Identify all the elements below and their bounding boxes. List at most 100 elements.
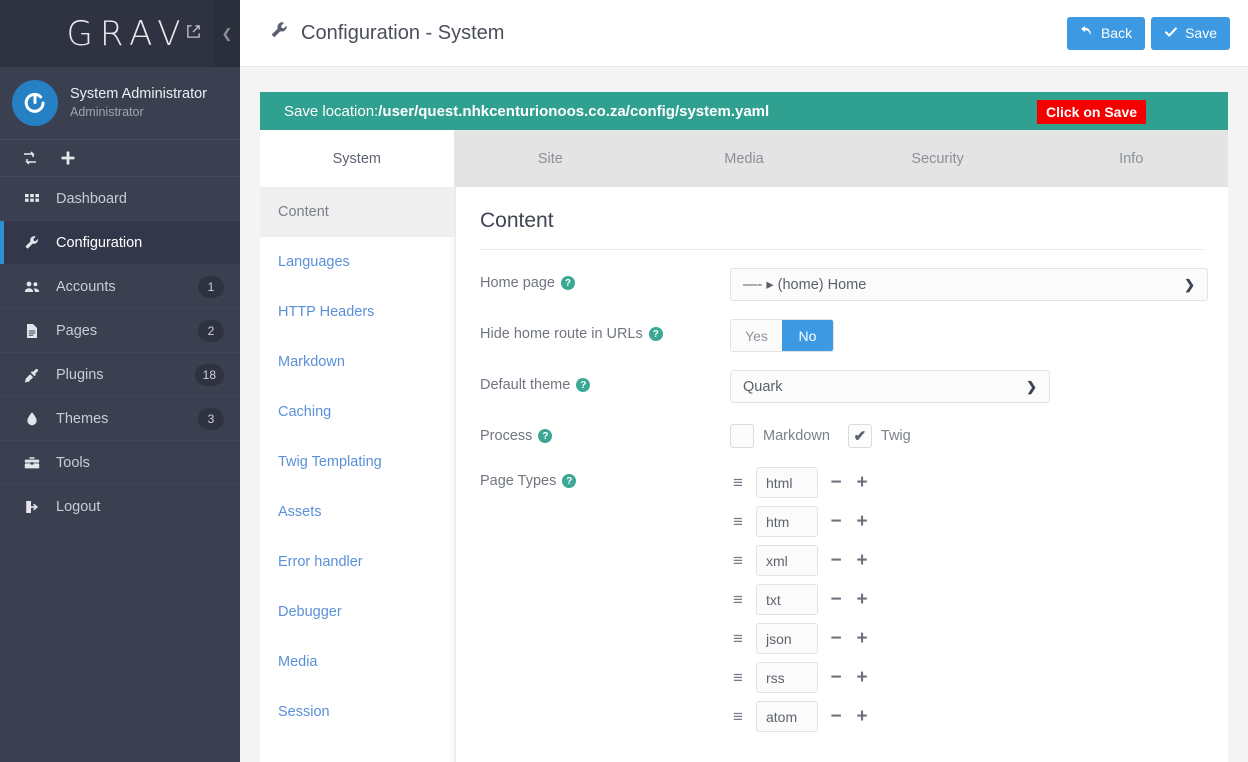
subnav-item-media[interactable]: Media (260, 637, 455, 687)
avatar (12, 80, 58, 126)
config-tabs: System Site Media Security Info (260, 130, 1228, 187)
process-twig-check[interactable]: ✔ Twig (847, 424, 911, 448)
file-icon (22, 323, 42, 339)
subnav-item-content[interactable]: Content (260, 187, 455, 237)
sidebar-item-tools[interactable]: Tools (0, 441, 240, 485)
logout-icon (22, 499, 42, 515)
process-markdown-check[interactable]: Markdown (730, 424, 830, 448)
page-type-input[interactable] (756, 623, 818, 654)
tab-system[interactable]: System (260, 130, 454, 187)
sync-icon[interactable] (22, 150, 38, 166)
chevron-down-icon: ❯ (1026, 378, 1037, 394)
sidebar-badge: 18 (194, 363, 224, 386)
subnav-item-debugger[interactable]: Debugger (260, 587, 455, 637)
save-button[interactable]: Save (1151, 16, 1230, 50)
help-icon[interactable]: ? (576, 378, 591, 392)
page-type-row: ≡ − + (730, 623, 1228, 654)
remove-row-button[interactable]: − (828, 668, 844, 687)
drag-handle-icon[interactable]: ≡ (730, 474, 746, 491)
sidebar-item-accounts[interactable]: Accounts 1 (0, 265, 240, 309)
users-icon (22, 279, 42, 295)
subnav-item-error-handler[interactable]: Error handler (260, 537, 455, 587)
drag-handle-icon[interactable]: ≡ (730, 708, 746, 725)
plug-icon (22, 367, 42, 383)
sidebar-item-plugins[interactable]: Plugins 18 (0, 353, 240, 397)
page-type-row: ≡ − + (730, 545, 1228, 576)
page-type-input[interactable] (756, 701, 818, 732)
add-row-button[interactable]: + (854, 629, 870, 648)
home-page-select[interactable]: —- ▸ (home) Home ❯ (730, 268, 1208, 301)
tab-media[interactable]: Media (647, 130, 841, 187)
page-type-input[interactable] (756, 545, 818, 576)
tab-site[interactable]: Site (454, 130, 648, 187)
add-row-button[interactable]: + (854, 590, 870, 609)
add-row-button[interactable]: + (854, 668, 870, 687)
page-title: Configuration - System (270, 21, 504, 46)
tab-security[interactable]: Security (841, 130, 1035, 187)
page-type-input[interactable] (756, 662, 818, 693)
sidebar-item-label: Accounts (56, 278, 116, 295)
sidebar-collapse-toggle[interactable]: ❮ (214, 0, 240, 67)
sidebar-item-pages[interactable]: Pages 2 (0, 309, 240, 353)
hide-home-route-toggle: Yes No (730, 319, 834, 352)
config-form: Content Home page ? —- ▸ (home) Home ❯ H… (456, 187, 1228, 762)
remove-row-button[interactable]: − (828, 473, 844, 492)
toggle-option-yes[interactable]: Yes (731, 320, 782, 351)
checkbox-unchecked-icon (730, 424, 754, 448)
subnav-item-assets[interactable]: Assets (260, 487, 455, 537)
subnav-item-http-headers[interactable]: HTTP Headers (260, 287, 455, 337)
tab-info[interactable]: Info (1034, 130, 1228, 187)
add-row-button[interactable]: + (854, 512, 870, 531)
brand-logo[interactable]: GRAV (0, 14, 240, 54)
sidebar-badge: 1 (198, 275, 224, 298)
sidebar-item-configuration[interactable]: Configuration (0, 221, 240, 265)
subnav-item-caching[interactable]: Caching (260, 387, 455, 437)
remove-row-button[interactable]: − (828, 707, 844, 726)
field-label-text: Default theme (480, 377, 571, 393)
page-type-input[interactable] (756, 506, 818, 537)
toggle-option-no[interactable]: No (782, 320, 833, 351)
field-control: Yes No (730, 319, 1228, 352)
add-row-button[interactable]: + (854, 551, 870, 570)
remove-row-button[interactable]: − (828, 551, 844, 570)
field-control: Quark ❯ (730, 370, 1228, 403)
remove-row-button[interactable]: − (828, 590, 844, 609)
add-row-button[interactable]: + (854, 473, 870, 492)
help-icon[interactable]: ? (648, 327, 663, 341)
drag-handle-icon[interactable]: ≡ (730, 669, 746, 686)
subnav-item-markdown[interactable]: Markdown (260, 337, 455, 387)
field-label-text: Page Types (480, 473, 557, 489)
topbar-actions: Back Save (1066, 16, 1230, 50)
sidebar-nav: Dashboard Configuration Accounts 1 Pages… (0, 177, 240, 529)
sidebar-item-label: Dashboard (56, 190, 127, 207)
help-icon[interactable]: ? (560, 276, 575, 290)
sidebar-item-label: Themes (56, 410, 109, 427)
user-block[interactable]: System Administrator Administrator (0, 67, 240, 140)
help-icon[interactable]: ? (562, 474, 577, 488)
home-page-value: —- ▸ (home) Home (743, 276, 867, 293)
sidebar-item-themes[interactable]: Themes 3 (0, 397, 240, 441)
page-type-input[interactable] (756, 467, 818, 498)
save-button-label: Save (1185, 25, 1217, 41)
default-theme-select[interactable]: Quark ❯ (730, 370, 1050, 403)
sidebar-item-dashboard[interactable]: Dashboard (0, 177, 240, 221)
page-type-row: ≡ − + (730, 584, 1228, 615)
subnav-item-session[interactable]: Session (260, 687, 455, 737)
subnav-item-languages[interactable]: Languages (260, 237, 455, 287)
remove-row-button[interactable]: − (828, 512, 844, 531)
drag-handle-icon[interactable]: ≡ (730, 591, 746, 608)
process-markdown-label: Markdown (763, 428, 830, 444)
help-icon[interactable]: ? (538, 429, 553, 443)
external-link-icon[interactable] (186, 24, 201, 39)
drag-handle-icon[interactable]: ≡ (730, 552, 746, 569)
drag-handle-icon[interactable]: ≡ (730, 513, 746, 530)
remove-row-button[interactable]: − (828, 629, 844, 648)
add-icon[interactable] (60, 150, 76, 166)
back-button[interactable]: Back (1066, 16, 1146, 50)
drag-handle-icon[interactable]: ≡ (730, 630, 746, 647)
subnav-item-twig-templating[interactable]: Twig Templating (260, 437, 455, 487)
field-label: Hide home route in URLs ? (480, 319, 730, 342)
add-row-button[interactable]: + (854, 707, 870, 726)
page-type-input[interactable] (756, 584, 818, 615)
sidebar-item-logout[interactable]: Logout (0, 485, 240, 529)
